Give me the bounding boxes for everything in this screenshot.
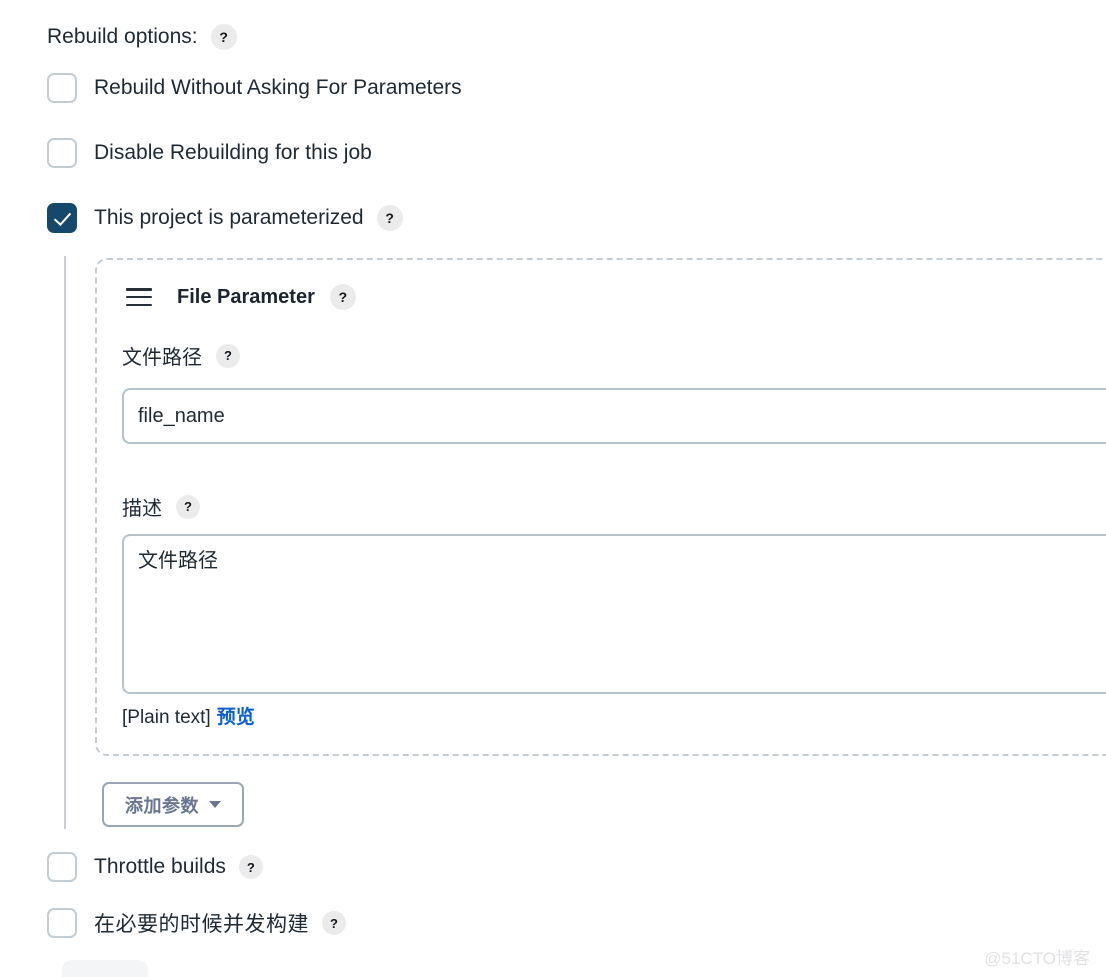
checkbox-label-concurrent-builds: 在必要的时候并发构建 [94,913,309,936]
help-icon[interactable]: ? [329,284,356,310]
file-path-label-text: 文件路径 [122,347,202,369]
drag-handle-icon[interactable] [126,288,152,306]
jenkins-job-config-panel: Rebuild options: ? Rebuild Without Askin… [0,0,1106,977]
file-path-label: 文件路径 ? [122,341,240,370]
chevron-down-icon [209,801,221,808]
rebuild-options-label: Rebuild options: ? [47,24,237,50]
checkbox-concurrent-builds[interactable] [47,908,77,938]
checkbox-row-this-project-is-parameterized[interactable]: This project is parameterized ? [47,203,403,233]
checkbox-label-this-project-is-parameterized: This project is parameterized [94,206,364,229]
help-icon[interactable]: ? [322,911,346,935]
checkbox-label-throttle-builds: Throttle builds [94,855,226,878]
help-icon[interactable]: ? [376,205,403,231]
checkbox-row-rebuild-without-asking[interactable]: Rebuild Without Asking For Parameters [47,73,462,103]
watermark: @51CTO博客 [984,949,1090,968]
help-icon[interactable]: ? [238,855,263,879]
description-label: 描述 ? [122,492,200,521]
markup-type-row: [Plain text] 预览 [122,702,255,729]
help-icon[interactable]: ? [216,343,240,368]
bottom-partial-button[interactable] [62,960,148,977]
add-parameter-button[interactable]: 添加参数 [102,782,244,827]
file-parameter-title: File Parameter [177,285,315,308]
help-icon[interactable]: ? [176,494,200,519]
checkbox-label-disable-rebuilding: Disable Rebuilding for this job [94,141,372,164]
description-textarea[interactable] [122,534,1106,694]
checkbox-this-project-is-parameterized[interactable] [47,203,77,233]
add-parameter-button-label: 添加参数 [125,795,199,816]
checkbox-row-disable-rebuilding[interactable]: Disable Rebuilding for this job [47,138,372,168]
section-label-text: Rebuild options: [47,25,198,48]
checkbox-disable-rebuilding[interactable] [47,138,77,168]
preview-link[interactable]: 预览 [217,707,255,728]
file-path-input[interactable] [122,388,1106,444]
checkbox-row-concurrent-builds[interactable]: 在必要的时候并发构建 ? [47,908,346,938]
checkbox-label-rebuild-without-asking: Rebuild Without Asking For Parameters [94,76,462,99]
checkbox-row-throttle-builds[interactable]: Throttle builds ? [47,852,263,882]
markup-type-label: [Plain text] [122,707,211,728]
indent-guide-line [64,256,66,829]
file-parameter-header: File Parameter ? [126,284,356,310]
checkbox-throttle-builds[interactable] [47,852,77,882]
checkbox-rebuild-without-asking[interactable] [47,73,77,103]
help-icon[interactable]: ? [210,24,237,50]
description-label-text: 描述 [122,498,162,520]
